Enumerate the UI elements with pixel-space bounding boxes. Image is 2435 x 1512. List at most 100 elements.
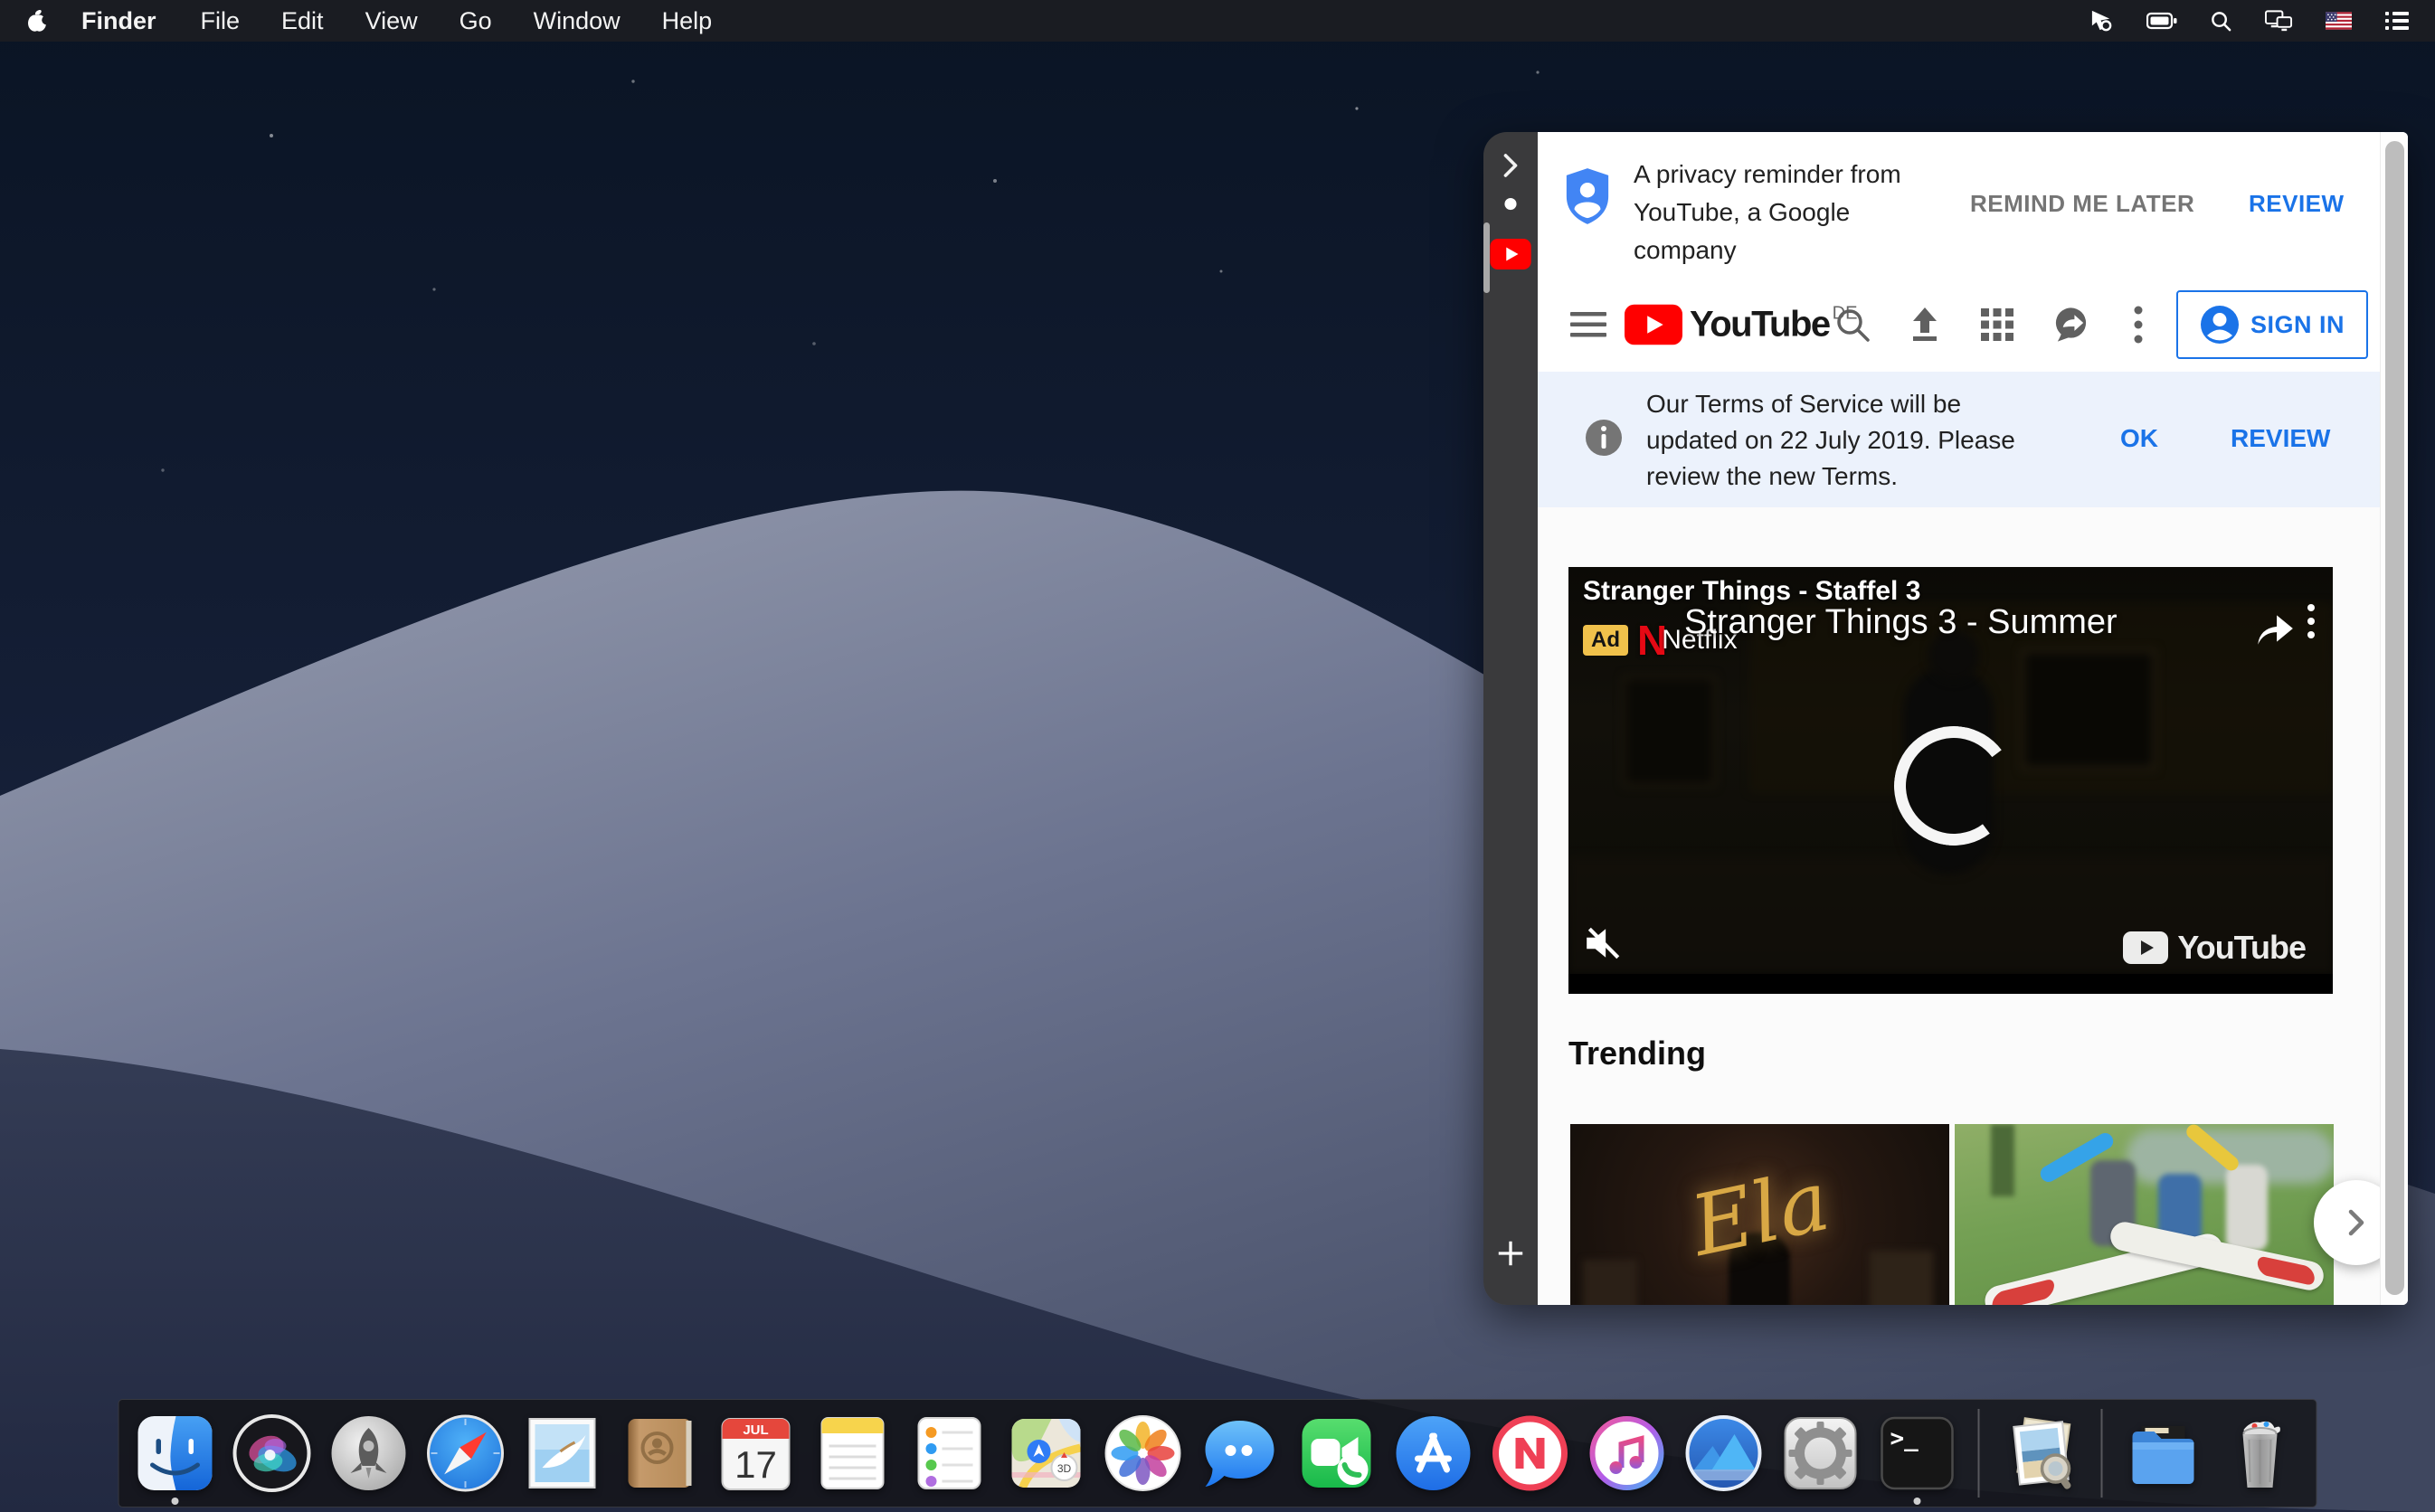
- spotlight-icon[interactable]: [2210, 10, 2232, 33]
- terms-review-button[interactable]: REVIEW: [2231, 424, 2330, 453]
- screen-sharing-icon[interactable]: [2089, 9, 2114, 33]
- finder-running-dot: [172, 1498, 179, 1505]
- trending-heading: Trending: [1568, 1035, 1706, 1073]
- menu-help[interactable]: Help: [641, 0, 734, 42]
- letterbox-bar: [1568, 974, 2333, 994]
- sign-in-button[interactable]: SIGN IN: [2176, 290, 2368, 359]
- video-overlay-title: Stranger Things 3 - Summer: [1684, 603, 2118, 642]
- watermark-play-icon: [2123, 931, 2168, 964]
- menu-window[interactable]: Window: [513, 0, 641, 42]
- panel-scrollbar-track[interactable]: [2380, 132, 2408, 1305]
- trending-thumbnail-2[interactable]: [1955, 1124, 2334, 1305]
- dock-separator: [2101, 1409, 2103, 1498]
- svg-text:>_: >_: [1890, 1425, 1919, 1452]
- dock-maps-icon[interactable]: 3D: [1005, 1412, 1088, 1495]
- dock-separator: [1978, 1409, 1980, 1498]
- battery-icon[interactable]: [2146, 11, 2177, 31]
- dock-preview-stack-icon[interactable]: [1999, 1412, 2082, 1495]
- notification-dot-icon[interactable]: [1504, 197, 1518, 211]
- apple-menu[interactable]: [0, 0, 58, 42]
- terminal-running-dot: [1914, 1498, 1921, 1505]
- terms-ok-button[interactable]: OK: [2120, 424, 2158, 453]
- thumb2-person-3: [2226, 1165, 2268, 1251]
- menu-view[interactable]: View: [345, 0, 439, 42]
- menu-app-name[interactable]: Finder: [58, 0, 180, 42]
- menu-bar: Finder File Edit View Go Window Help: [0, 0, 2435, 42]
- dock-launchpad-icon[interactable]: [327, 1412, 411, 1495]
- kebab-menu-icon[interactable]: [2133, 305, 2144, 345]
- dock-facetime-icon[interactable]: [1295, 1412, 1379, 1495]
- info-icon: [1585, 419, 1623, 457]
- upload-icon[interactable]: [1907, 306, 1943, 344]
- video-player[interactable]: Stranger Things - Staffel 3 Ad N Netflix…: [1568, 567, 2333, 994]
- dock-messages-icon[interactable]: [1199, 1412, 1282, 1495]
- service-panel-window: A privacy reminder from YouTube, a Googl…: [1483, 132, 2408, 1305]
- share-icon[interactable]: [2254, 610, 2296, 647]
- dock-mail-icon[interactable]: [521, 1412, 604, 1495]
- svg-text:17: 17: [734, 1443, 777, 1486]
- video-kebab-icon[interactable]: [2307, 603, 2316, 639]
- dock-siri-icon[interactable]: [231, 1412, 314, 1495]
- trending-thumbnail-1[interactable]: Ela: [1570, 1124, 1949, 1305]
- chevron-right-icon: [2345, 1208, 2367, 1237]
- apple-icon: [25, 7, 49, 34]
- menu-edit[interactable]: Edit: [261, 0, 345, 42]
- dock-reminders-icon[interactable]: [908, 1412, 991, 1495]
- dock: JUL 17 3D: [118, 1399, 2317, 1507]
- privacy-banner: A privacy reminder from YouTube, a Googl…: [1538, 132, 2381, 278]
- messages-bubble-icon[interactable]: [2051, 305, 2090, 344]
- terms-message: Our Terms of Service will be updated on …: [1646, 386, 2053, 495]
- dock-safari-icon[interactable]: [424, 1412, 507, 1495]
- dock-finder-icon[interactable]: [134, 1412, 217, 1495]
- dock-terminal-icon[interactable]: >_: [1876, 1412, 1959, 1495]
- ad-badge: Ad: [1583, 625, 1628, 656]
- dock-system-preferences-icon[interactable]: [1779, 1412, 1862, 1495]
- dock-mountain-app-icon[interactable]: [1682, 1412, 1766, 1495]
- privacy-shield-icon: [1563, 166, 1612, 226]
- remind-me-later-button[interactable]: REMIND ME LATER: [1970, 190, 2194, 218]
- dock-documents-folder-icon[interactable]: [2122, 1412, 2205, 1495]
- service-sidebar: [1483, 132, 1538, 1305]
- privacy-review-button[interactable]: REVIEW: [2249, 190, 2345, 218]
- dock-contacts-icon[interactable]: [618, 1412, 701, 1495]
- add-service-icon[interactable]: [1495, 1238, 1526, 1269]
- youtube-play-icon: [1625, 304, 1682, 345]
- desktop: Finder File Edit View Go Window Help: [0, 0, 2435, 1512]
- ad-title: Stranger Things - Staffel 3: [1583, 576, 1920, 607]
- panel-scrollbar-thumb[interactable]: [2385, 141, 2404, 1295]
- thumb2-tree: [1991, 1124, 2014, 1196]
- dock-trash-icon[interactable]: [2219, 1412, 2302, 1495]
- displays-icon[interactable]: [2265, 10, 2293, 33]
- dock-app-store-icon[interactable]: [1392, 1412, 1475, 1495]
- hamburger-menu-icon[interactable]: [1570, 310, 1606, 339]
- item-list-icon[interactable]: [2384, 10, 2410, 32]
- expand-chevron-icon[interactable]: [1501, 152, 1521, 179]
- sidebar-scroll-handle[interactable]: [1483, 222, 1490, 293]
- menu-go[interactable]: Go: [439, 0, 513, 42]
- muted-icon[interactable]: [1583, 926, 1623, 965]
- dock-photos-icon[interactable]: [1102, 1412, 1185, 1495]
- youtube-logo[interactable]: YouTube DE: [1625, 304, 1857, 345]
- input-source-us-flag-icon[interactable]: [2326, 12, 2352, 30]
- youtube-wordmark: YouTube: [1690, 304, 1830, 345]
- svg-text:3D: 3D: [1057, 1462, 1072, 1475]
- youtube-watermark: YouTube: [2123, 929, 2306, 967]
- sign-in-label: SIGN IN: [2250, 311, 2345, 339]
- dock-news-icon[interactable]: [1489, 1412, 1572, 1495]
- dock-notes-icon[interactable]: [811, 1412, 895, 1495]
- dock-itunes-icon[interactable]: [1586, 1412, 1669, 1495]
- privacy-message: A privacy reminder from YouTube, a Googl…: [1634, 156, 1923, 269]
- watermark-label: YouTube: [2177, 929, 2306, 967]
- dock-calendar-icon[interactable]: JUL 17: [715, 1412, 798, 1495]
- terms-notice: Our Terms of Service will be updated on …: [1538, 372, 2381, 507]
- youtube-content: A privacy reminder from YouTube, a Googl…: [1538, 132, 2408, 1305]
- search-icon[interactable]: [1834, 307, 1871, 343]
- youtube-toolbar: YouTube DE: [1538, 277, 2381, 372]
- account-icon: [2200, 305, 2240, 345]
- apps-grid-icon[interactable]: [1979, 307, 2015, 343]
- thumb1-prop-left: [1583, 1260, 1637, 1305]
- thumb1-prop-right: [1870, 1251, 1933, 1305]
- menu-file[interactable]: File: [180, 0, 261, 42]
- svg-text:JUL: JUL: [743, 1422, 768, 1438]
- youtube-service-icon[interactable]: [1490, 239, 1531, 269]
